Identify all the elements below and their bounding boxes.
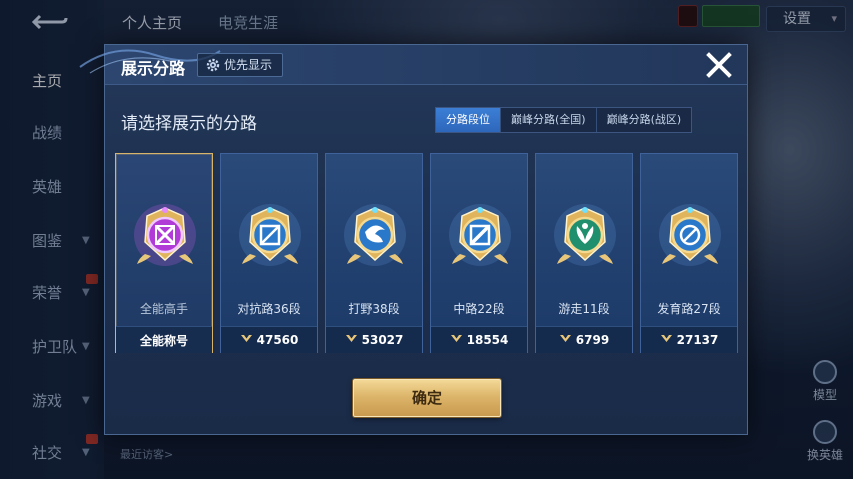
dialog-title: 展示分路 bbox=[121, 59, 186, 78]
lane-display-dialog: 展示分路 优先显示 请选择展示的分路 分路段位 巅峰分路(全国) 巅峰分路(战区… bbox=[79, 44, 748, 435]
farm-lane-emblem-icon bbox=[658, 202, 722, 272]
dialog-subtitle: 请选择展示的分路 bbox=[121, 114, 257, 134]
confirm-button[interactable]: 确定 bbox=[353, 379, 501, 417]
points-icon bbox=[660, 333, 673, 347]
lane-card[interactable]: 发育路27段 27137 bbox=[640, 153, 738, 353]
lane-rank-label: 游走11段 bbox=[558, 302, 610, 316]
lane-card[interactable]: 对抗路36段 47560 bbox=[220, 153, 318, 353]
lane-points-value: 27137 bbox=[676, 333, 719, 347]
close-button[interactable] bbox=[703, 49, 735, 81]
lane-card[interactable]: 游走11段 6799 bbox=[535, 153, 633, 353]
priority-display-label: 优先显示 bbox=[224, 58, 273, 72]
lane-card[interactable]: 全能高手 全能称号 bbox=[115, 153, 213, 353]
all-round-emblem-icon bbox=[133, 202, 197, 272]
lane-card-footer: 27137 bbox=[641, 326, 737, 353]
clash-lane-emblem-icon bbox=[238, 202, 302, 272]
lane-card[interactable]: 打野38段 53027 bbox=[325, 153, 423, 353]
roam-emblem-icon bbox=[553, 202, 617, 272]
segment-control: 分路段位 巅峰分路(全国) 巅峰分路(战区) bbox=[435, 107, 693, 133]
lane-points-value: 53027 bbox=[361, 333, 404, 347]
mid-lane-emblem-icon bbox=[448, 202, 512, 272]
lane-card-footer: 18554 bbox=[431, 326, 527, 353]
lane-points-value: 47560 bbox=[256, 333, 299, 347]
tab-peak-lane-region[interactable]: 巅峰分路(战区) bbox=[597, 108, 692, 132]
lane-card-footer: 全能称号 bbox=[116, 326, 212, 353]
lane-rank-label: 中路22段 bbox=[453, 302, 505, 316]
points-icon bbox=[450, 333, 463, 347]
lane-rank-label: 发育路27段 bbox=[657, 302, 721, 316]
lane-rank-label: 对抗路36段 bbox=[237, 302, 301, 316]
lane-card[interactable]: 中路22段 18554 bbox=[430, 153, 528, 353]
points-icon bbox=[240, 333, 253, 347]
tab-lane-rank[interactable]: 分路段位 bbox=[436, 108, 501, 132]
points-icon bbox=[559, 333, 572, 347]
lane-points-value: 18554 bbox=[466, 333, 509, 347]
tab-peak-lane-national[interactable]: 巅峰分路(全国) bbox=[501, 108, 597, 132]
lane-card-footer: 6799 bbox=[536, 326, 632, 353]
lane-rank-label: 全能高手 bbox=[139, 302, 188, 316]
lane-card-footer: 47560 bbox=[221, 326, 317, 353]
close-icon bbox=[706, 52, 732, 78]
all-round-title-label: 全能称号 bbox=[139, 333, 188, 348]
gear-icon bbox=[206, 58, 220, 72]
lane-card-footer: 53027 bbox=[326, 326, 422, 353]
jungle-emblem-icon bbox=[343, 202, 407, 272]
lane-points-value: 6799 bbox=[575, 333, 610, 347]
priority-display-button[interactable]: 优先显示 bbox=[197, 53, 284, 77]
points-icon bbox=[345, 333, 358, 347]
dialog-header: 展示分路 优先显示 bbox=[79, 45, 747, 85]
lane-rank-label: 打野38段 bbox=[348, 302, 400, 316]
